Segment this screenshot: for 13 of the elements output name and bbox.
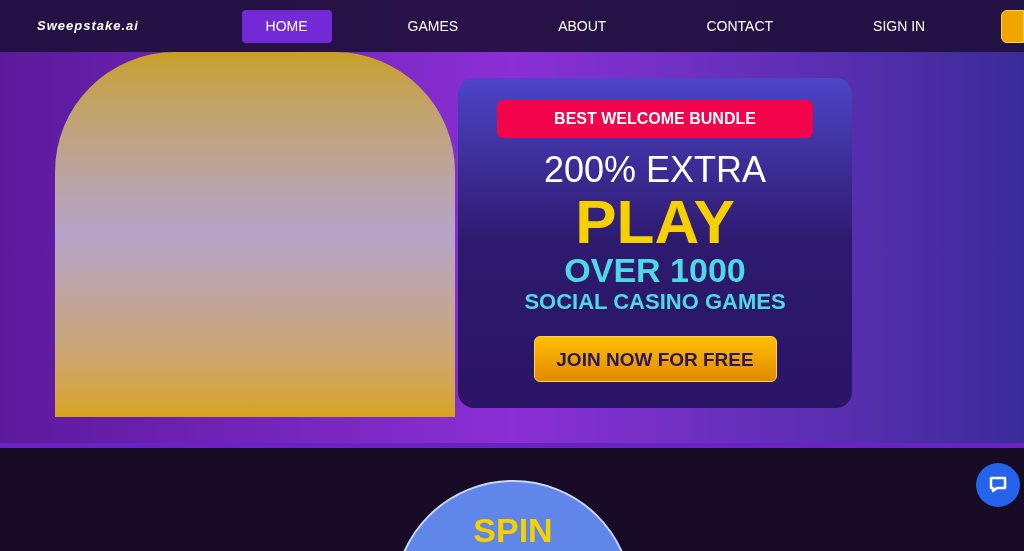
promo-subtitle: OVER 1000 bbox=[564, 252, 746, 288]
join-button[interactable]: JOIN NOW FOR FREE bbox=[533, 336, 777, 382]
promo-tagline: SOCIAL CASINO GAMES bbox=[524, 288, 786, 316]
brand-logo[interactable]: Sweepstake.ai bbox=[37, 16, 242, 36]
nav-link[interactable]: SIGN IN bbox=[849, 9, 950, 43]
promo-headline: 200% EXTRA bbox=[543, 148, 767, 192]
wheel-label: SPIN bbox=[473, 512, 553, 551]
nav-link[interactable]: ABOUT bbox=[534, 9, 631, 43]
promo-badge: BEST WELCOME BUNDLE bbox=[497, 100, 813, 138]
nav-link[interactable]: GAMES bbox=[383, 9, 483, 43]
promo-title: PLAY bbox=[575, 192, 735, 252]
nav-link[interactable]: CONTACT bbox=[682, 9, 798, 43]
nav-link[interactable]: HOME bbox=[241, 9, 332, 43]
